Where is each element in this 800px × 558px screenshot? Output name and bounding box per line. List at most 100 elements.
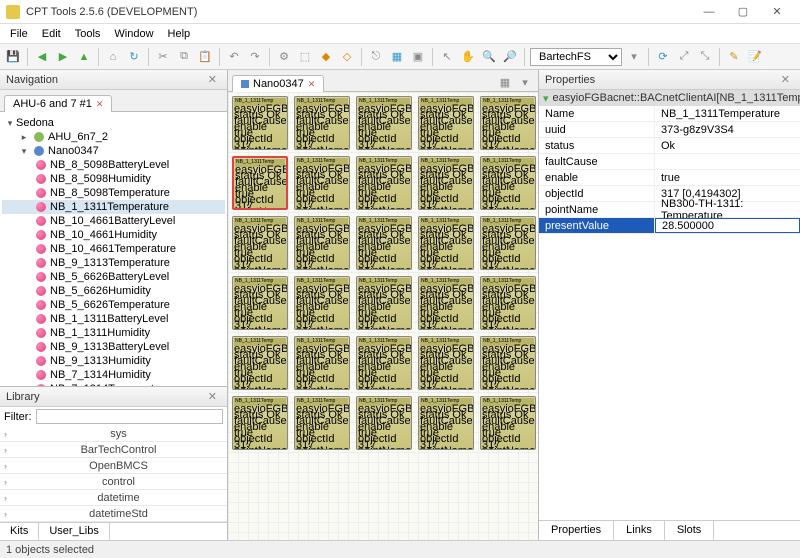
canvas-block[interactable]: NB_1_1311TempeasyioFGBacnet::BAstatus Ok…: [232, 156, 288, 210]
canvas-block[interactable]: NB_1_1311TempeasyioFGBacnet::BAstatus Ok…: [356, 96, 412, 150]
canvas-block[interactable]: NB_1_1311TempeasyioFGBacnet::BAstatus Ok…: [356, 216, 412, 270]
canvas-block[interactable]: NB_1_1311TempeasyioFGBacnet::BAstatus Ok…: [480, 276, 536, 330]
property-row[interactable]: enabletrue: [539, 170, 800, 186]
tree-item[interactable]: NB_7_1314Humidity: [2, 368, 225, 382]
canvas-block[interactable]: NB_1_1311TempeasyioFGBacnet::BAstatus Ok…: [418, 216, 474, 270]
tool2-icon[interactable]: ⬚: [296, 48, 314, 66]
canvas-menu-icon[interactable]: ▾: [516, 73, 534, 91]
canvas-block[interactable]: NB_1_1311TempeasyioFGBacnet::BAstatus Ok…: [418, 396, 474, 450]
minimize-button[interactable]: —: [692, 1, 726, 23]
menu-tools[interactable]: Tools: [69, 26, 107, 42]
undo-icon[interactable]: ↶: [225, 48, 243, 66]
property-value[interactable]: true: [655, 170, 800, 185]
filter-input[interactable]: [36, 409, 224, 424]
tree-root[interactable]: ▾Sedona: [2, 116, 225, 130]
reload-icon[interactable]: ⟳: [654, 48, 672, 66]
canvas-block[interactable]: NB_1_1311TempeasyioFGBacnet::BAstatus Ok…: [294, 276, 350, 330]
expand-icon[interactable]: ⤢: [675, 48, 693, 66]
canvas-block[interactable]: NB_1_1311TempeasyioFGBacnet::BAstatus Ok…: [418, 336, 474, 390]
canvas-block[interactable]: NB_1_1311TempeasyioFGBacnet::BAstatus Ok…: [356, 156, 412, 210]
zoomout-icon[interactable]: 🔎: [501, 48, 519, 66]
property-row[interactable]: NameNB_1_1311Temperature: [539, 106, 800, 122]
canvas-block[interactable]: NB_1_1311TempeasyioFGBacnet::BAstatus Ok…: [480, 216, 536, 270]
menu-edit[interactable]: Edit: [36, 26, 67, 42]
property-row[interactable]: presentValue28.500000: [539, 218, 800, 234]
canvas-tab-close-icon[interactable]: ✕: [308, 79, 316, 90]
tree-item[interactable]: NB_1_1311Humidity: [2, 326, 225, 340]
zoomin-icon[interactable]: 🔍: [480, 48, 498, 66]
canvas-area[interactable]: NB_1_1311TempeasyioFGBacnet::BAstatus Ok…: [228, 92, 538, 540]
pointer-icon[interactable]: ↖: [438, 48, 456, 66]
canvas-block[interactable]: NB_1_1311TempeasyioFGBacnet::BAstatus Ok…: [480, 156, 536, 210]
tree-item[interactable]: NB_1_1311BatteryLevel: [2, 312, 225, 326]
tree-item[interactable]: NB_1_1311Temperature: [2, 200, 225, 214]
menu-help[interactable]: Help: [162, 26, 197, 42]
tool4-icon[interactable]: ◇: [338, 48, 356, 66]
canvas-grid-icon[interactable]: ▦: [496, 73, 514, 91]
hand-icon[interactable]: ✋: [459, 48, 477, 66]
library-item[interactable]: ›datetime: [0, 490, 227, 506]
box-icon[interactable]: ▣: [409, 48, 427, 66]
property-value[interactable]: Ok: [655, 138, 800, 153]
canvas-block[interactable]: NB_1_1311TempeasyioFGBacnet::BAstatus Ok…: [418, 276, 474, 330]
up-icon[interactable]: ▲: [75, 48, 93, 66]
home-icon[interactable]: ⌂: [104, 48, 122, 66]
property-row[interactable]: uuid373-g8z9V3S4: [539, 122, 800, 138]
tree-item[interactable]: NB_9_1313Humidity: [2, 354, 225, 368]
device-combo[interactable]: BartechFS: [530, 48, 622, 66]
canvas-block[interactable]: NB_1_1311TempeasyioFGBacnet::BAstatus Ok…: [356, 336, 412, 390]
forward-icon[interactable]: ▶: [54, 48, 72, 66]
library-tab-userlibs[interactable]: User_Libs: [39, 523, 110, 540]
library-item[interactable]: ›control: [0, 474, 227, 490]
library-item[interactable]: ›OpenBMCS: [0, 458, 227, 474]
back-icon[interactable]: ◀: [33, 48, 51, 66]
edit-icon[interactable]: ✎: [725, 48, 743, 66]
canvas-block[interactable]: NB_1_1311TempeasyioFGBacnet::BAstatus Ok…: [232, 216, 288, 270]
prop-tab-links[interactable]: Links: [614, 521, 665, 540]
property-value[interactable]: [655, 154, 800, 169]
collapse-icon[interactable]: ⤡: [696, 48, 714, 66]
canvas-block[interactable]: NB_1_1311TempeasyioFGBacnet::BAstatus Ok…: [294, 396, 350, 450]
tree-item[interactable]: NB_10_4661BatteryLevel: [2, 214, 225, 228]
tool-icon[interactable]: ⚙: [275, 48, 293, 66]
property-row[interactable]: statusOk: [539, 138, 800, 154]
tree-nano[interactable]: ▾ Nano0347: [2, 144, 225, 158]
tree-item[interactable]: NB_8_5098Humidity: [2, 172, 225, 186]
canvas-block[interactable]: NB_1_1311TempeasyioFGBacnet::BAstatus Ok…: [294, 336, 350, 390]
nav-tab-close-icon[interactable]: ✕: [96, 99, 104, 110]
refresh-icon[interactable]: ↻: [125, 48, 143, 66]
tree-item[interactable]: NB_5_6626Humidity: [2, 284, 225, 298]
canvas-block[interactable]: NB_1_1311TempeasyioFGBacnet::BAstatus Ok…: [294, 216, 350, 270]
property-row[interactable]: faultCause: [539, 154, 800, 170]
save-icon[interactable]: 💾: [4, 48, 22, 66]
tree-item[interactable]: NB_5_6626BatteryLevel: [2, 270, 225, 284]
redo-icon[interactable]: ↷: [246, 48, 264, 66]
tree-item[interactable]: NB_8_5098Temperature: [2, 186, 225, 200]
link-icon[interactable]: ⎋: [367, 48, 385, 66]
menu-window[interactable]: Window: [108, 26, 159, 42]
property-value[interactable]: 373-g8z9V3S4: [655, 122, 800, 137]
library-close-icon[interactable]: ✕: [204, 390, 221, 403]
note-icon[interactable]: 📝: [746, 48, 764, 66]
nav-tab[interactable]: AHU-6 and 7 #1 ✕: [4, 95, 112, 112]
library-item[interactable]: ›BarTechControl: [0, 442, 227, 458]
tree-item[interactable]: NB_10_4661Humidity: [2, 228, 225, 242]
prop-tab-properties[interactable]: Properties: [539, 521, 614, 540]
copy-icon[interactable]: ⧉: [175, 48, 193, 66]
canvas-block[interactable]: NB_1_1311TempeasyioFGBacnet::BAstatus Ok…: [232, 276, 288, 330]
canvas-block[interactable]: NB_1_1311TempeasyioFGBacnet::BAstatus Ok…: [356, 396, 412, 450]
paste-icon[interactable]: 📋: [196, 48, 214, 66]
library-item[interactable]: ›datetimeStd: [0, 506, 227, 522]
canvas-block[interactable]: NB_1_1311TempeasyioFGBacnet::BAstatus Ok…: [480, 336, 536, 390]
canvas-block[interactable]: NB_1_1311TempeasyioFGBacnet::BAstatus Ok…: [294, 156, 350, 210]
canvas-block[interactable]: NB_1_1311TempeasyioFGBacnet::BAstatus Ok…: [232, 96, 288, 150]
maximize-button[interactable]: ▢: [726, 1, 760, 23]
chevron-down-icon[interactable]: ▾: [543, 92, 549, 105]
canvas-block[interactable]: NB_1_1311TempeasyioFGBacnet::BAstatus Ok…: [294, 96, 350, 150]
tool3-icon[interactable]: ◆: [317, 48, 335, 66]
tree-item[interactable]: NB_10_4661Temperature: [2, 242, 225, 256]
menu-file[interactable]: File: [4, 26, 34, 42]
chart-icon[interactable]: ▦: [388, 48, 406, 66]
canvas-block[interactable]: NB_1_1311TempeasyioFGBacnet::BAstatus Ok…: [418, 96, 474, 150]
properties-close-icon[interactable]: ✕: [777, 73, 794, 86]
